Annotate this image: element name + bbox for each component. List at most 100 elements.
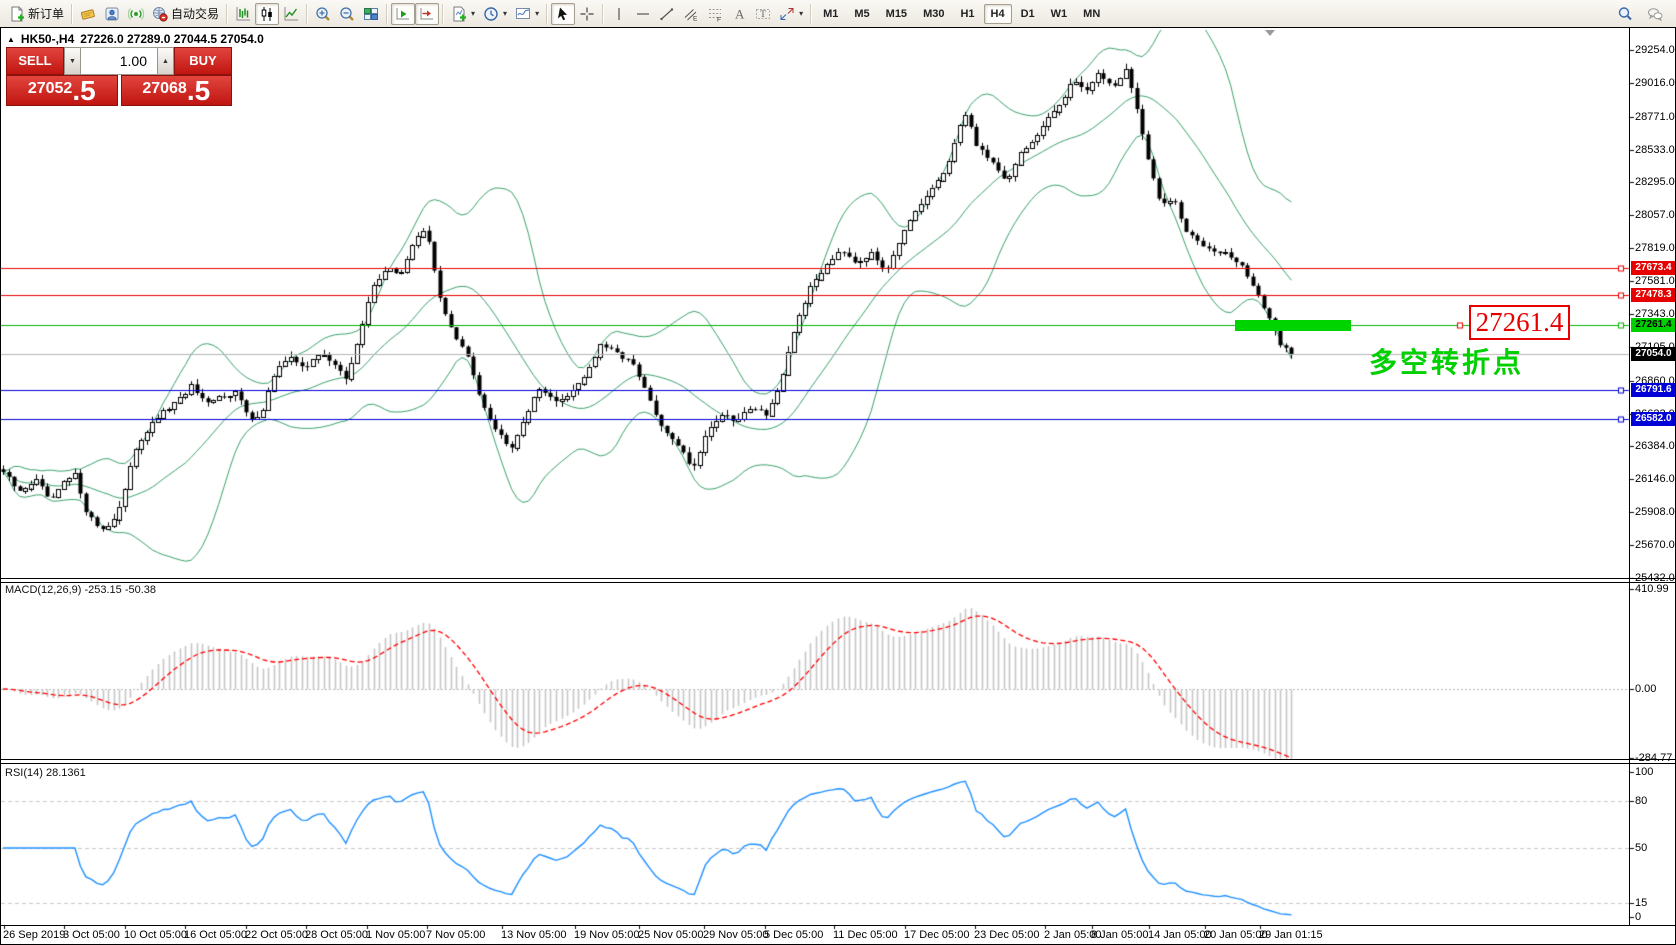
- timeframe-button-m1[interactable]: M1: [816, 4, 845, 24]
- time-axis-label: 26 Sep 2019: [3, 929, 65, 941]
- auto-scroll-button[interactable]: [391, 3, 415, 25]
- indicators-button[interactable]: ▾: [447, 3, 479, 25]
- bar-chart-button[interactable]: [231, 3, 255, 25]
- timeframe-button-d1[interactable]: D1: [1014, 4, 1042, 24]
- pivot-annotation[interactable]: 多空转折点: [1369, 348, 1524, 378]
- collapse-icon[interactable]: ▲: [7, 35, 15, 44]
- chart-canvas[interactable]: [1, 28, 1675, 944]
- price-line-badge: 26582.0: [1631, 412, 1676, 426]
- time-axis-label: 1 Nov 05:00: [366, 929, 425, 941]
- chevron-down-icon[interactable]: ▾: [471, 9, 475, 18]
- time-axis-label: 5 Dec 05:00: [764, 929, 823, 941]
- hline-button[interactable]: [631, 3, 655, 25]
- periods-icon: [483, 6, 499, 22]
- timeframe-button-mn[interactable]: MN: [1076, 4, 1107, 24]
- price-axis-label: 29254.0: [1635, 44, 1675, 56]
- chevron-down-icon[interactable]: ▾: [799, 9, 803, 18]
- channel-button[interactable]: E: [679, 3, 703, 25]
- time-axis-label: 17 Dec 05:00: [904, 929, 969, 941]
- price-axis-label: 28295.0: [1635, 176, 1675, 188]
- price-axis-label: 29016.0: [1635, 77, 1675, 89]
- line-chart-button[interactable]: [279, 3, 303, 25]
- quotes-button[interactable]: [76, 3, 100, 25]
- cursor-icon: [555, 6, 571, 22]
- chevron-down-icon[interactable]: ▾: [503, 9, 507, 18]
- volume-increase-button[interactable]: ▲: [157, 47, 174, 75]
- timeframe-button-h4[interactable]: H4: [984, 4, 1012, 24]
- crosshair-button[interactable]: [575, 3, 599, 25]
- chart-shift-icon: [419, 6, 435, 22]
- rsi-axis-label: 100: [1635, 766, 1653, 778]
- buy-button[interactable]: BUY: [174, 47, 232, 75]
- tile-windows-button[interactable]: [359, 3, 383, 25]
- signal-button[interactable]: [124, 3, 148, 25]
- price-axis-label: 27581.0: [1635, 275, 1675, 287]
- timeframe-button-h1[interactable]: H1: [953, 4, 981, 24]
- timeframe-button-m30[interactable]: M30: [916, 4, 951, 24]
- fibonacci-button[interactable]: F: [703, 3, 727, 25]
- channel-icon: E: [683, 6, 699, 22]
- time-axis-label: 29 Nov 05:00: [703, 929, 768, 941]
- trendline-button[interactable]: [655, 3, 679, 25]
- symbol-period-label: HK50-,H4: [21, 32, 74, 46]
- time-axis-label: 14 Jan 05:00: [1148, 929, 1212, 941]
- one-click-trading-panel: SELL ▼ 1.00 ▲ BUY 27052.5 27068.5: [6, 47, 232, 106]
- time-axis-label: 10 Oct 05:00: [124, 929, 187, 941]
- profile-button[interactable]: [100, 3, 124, 25]
- svg-text:A: A: [735, 6, 745, 21]
- search-button[interactable]: [1613, 3, 1637, 25]
- price-axis-label: 28057.0: [1635, 209, 1675, 221]
- signal-icon: [128, 6, 144, 22]
- buy-price-main: 27068: [142, 76, 187, 102]
- buy-price-display[interactable]: 27068.5: [121, 75, 233, 106]
- macd-axis-label: -284.77: [1635, 752, 1672, 764]
- zoom-in-button[interactable]: [311, 3, 335, 25]
- candlestick-button[interactable]: [255, 3, 279, 25]
- timeframe-button-w1[interactable]: W1: [1044, 4, 1075, 24]
- toolbar-separator: [386, 4, 388, 24]
- crosshair-icon: [579, 6, 595, 22]
- chat-icon: [1647, 6, 1663, 22]
- toolbar-separator: [810, 4, 812, 24]
- time-axis-label: 29 Jan 01:15: [1259, 929, 1323, 941]
- level-price-label[interactable]: 27261.4: [1469, 305, 1570, 340]
- arrows-button[interactable]: ▾: [775, 3, 807, 25]
- time-axis-label: 28 Oct 05:00: [305, 929, 368, 941]
- ohlc-values: 27226.0 27289.0 27044.5 27054.0: [80, 32, 264, 46]
- cursor-button[interactable]: [551, 3, 575, 25]
- chart-shift-marker-icon[interactable]: [1265, 30, 1275, 36]
- sell-button[interactable]: SELL: [6, 47, 64, 75]
- highlight-bar[interactable]: [1235, 320, 1351, 331]
- vline-button[interactable]: [607, 3, 631, 25]
- sell-price-display[interactable]: 27052.5: [6, 75, 118, 106]
- label-button[interactable]: T: [751, 3, 775, 25]
- new-order-button[interactable]: 新订单: [5, 3, 68, 25]
- tile-windows-icon: [363, 6, 379, 22]
- svg-text:F: F: [717, 16, 721, 22]
- periods-button[interactable]: ▾: [479, 3, 511, 25]
- timeframe-button-m5[interactable]: M5: [847, 4, 876, 24]
- toolbar-separator: [546, 4, 548, 24]
- templates-button[interactable]: ▾: [511, 3, 543, 25]
- time-axis-label: 19 Nov 05:00: [574, 929, 639, 941]
- arrows-icon: [779, 6, 795, 22]
- quotes-icon: [80, 6, 96, 22]
- chart-shift-button[interactable]: [415, 3, 439, 25]
- svg-text:T: T: [760, 8, 766, 18]
- auto-trading-button[interactable]: 自动交易: [148, 3, 223, 25]
- chevron-down-icon[interactable]: ▾: [535, 9, 539, 18]
- rsi-pane-separator[interactable]: [1, 759, 1675, 764]
- sell-price-pip: .5: [72, 77, 95, 105]
- text-button[interactable]: A: [727, 3, 751, 25]
- timeframe-button-m15[interactable]: M15: [879, 4, 914, 24]
- volume-input[interactable]: 1.00: [81, 47, 157, 75]
- toolbar-separator: [71, 4, 73, 24]
- candlestick-icon: [259, 6, 275, 22]
- time-axis-label: 13 Nov 05:00: [501, 929, 566, 941]
- macd-pane-separator[interactable]: [1, 578, 1675, 583]
- chat-button[interactable]: [1643, 3, 1667, 25]
- rsi-axis-label: 50: [1635, 842, 1647, 854]
- fibonacci-icon: F: [707, 6, 723, 22]
- volume-decrease-button[interactable]: ▼: [64, 47, 81, 75]
- zoom-out-button[interactable]: [335, 3, 359, 25]
